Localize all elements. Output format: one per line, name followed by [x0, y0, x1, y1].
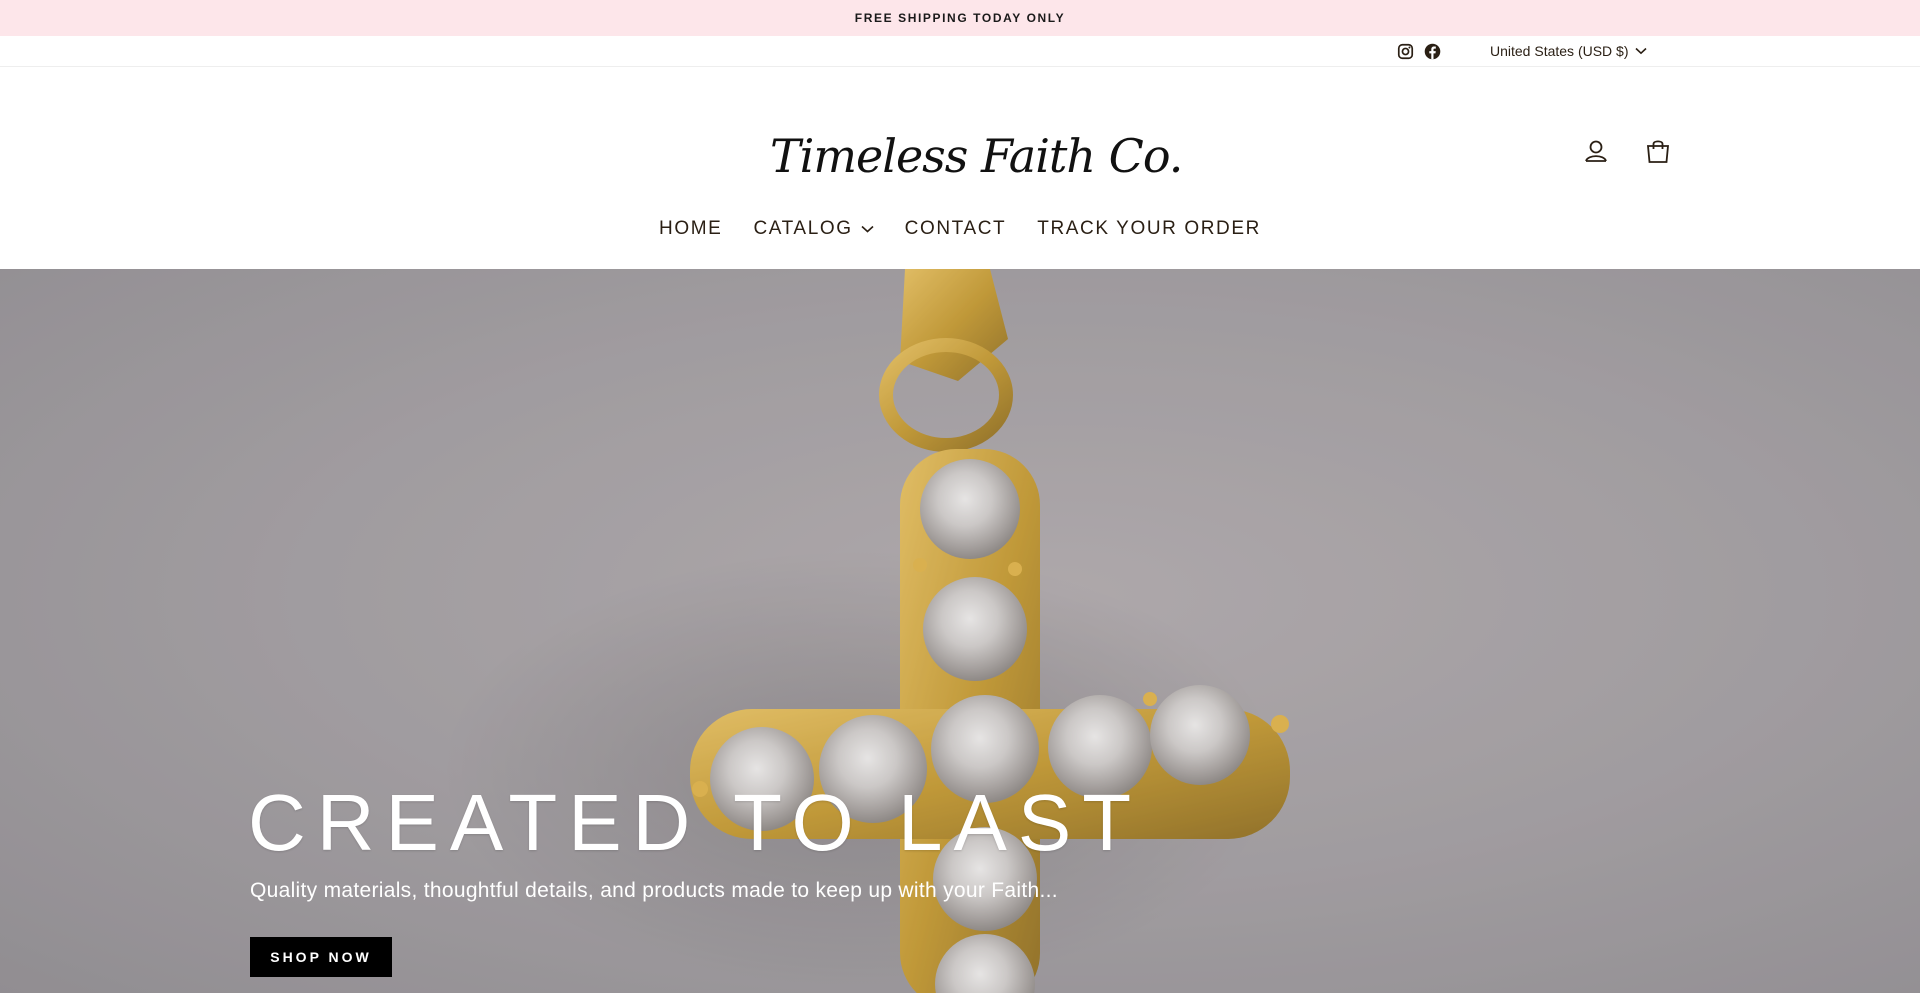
hero-banner: CREATED TO LAST Quality materials, thoug… — [0, 269, 1920, 993]
currency-label: United States (USD $) — [1490, 43, 1629, 59]
nav-item-contact[interactable]: CONTACT — [905, 218, 1007, 240]
nav-item-catalog[interactable]: CATALOG — [753, 218, 874, 240]
cart-icon[interactable] — [1644, 137, 1672, 165]
facebook-icon[interactable] — [1424, 43, 1441, 60]
announcement-text: FREE SHIPPING TODAY ONLY — [854, 11, 1066, 25]
instagram-icon[interactable] — [1397, 43, 1414, 60]
shop-now-button[interactable]: SHOP NOW — [250, 937, 392, 977]
site-header: Timeless Faith Co. HOME CATALOG CONTACT … — [0, 67, 1920, 269]
announcement-bar: FREE SHIPPING TODAY ONLY — [0, 0, 1920, 36]
account-icon[interactable] — [1582, 137, 1610, 165]
hero-title: CREATED TO LAST — [248, 778, 1143, 867]
utility-bar: United States (USD $) — [0, 36, 1920, 67]
header-actions — [1582, 137, 1672, 165]
logo-wordmark: Timeless Faith Co. — [770, 129, 1183, 183]
chevron-down-icon — [1634, 47, 1647, 55]
nav-item-track-order[interactable]: TRACK YOUR ORDER — [1037, 218, 1261, 240]
nav-item-label: CONTACT — [904, 218, 1007, 239]
site-logo[interactable]: Timeless Faith Co. — [762, 112, 1183, 200]
nav-item-label: TRACK YOUR ORDER — [1037, 218, 1261, 239]
social-links — [1397, 43, 1441, 60]
nav-item-label: HOME — [659, 218, 723, 239]
currency-selector[interactable]: United States (USD $) — [1490, 43, 1647, 59]
chevron-down-icon — [861, 225, 874, 233]
hero-subtitle: Quality materials, thoughtful details, a… — [250, 879, 1058, 902]
nav-item-home[interactable]: HOME — [659, 218, 722, 240]
main-navigation: HOME CATALOG CONTACT TRACK YOUR ORDER — [0, 218, 1920, 240]
nav-item-label: CATALOG — [753, 218, 853, 239]
